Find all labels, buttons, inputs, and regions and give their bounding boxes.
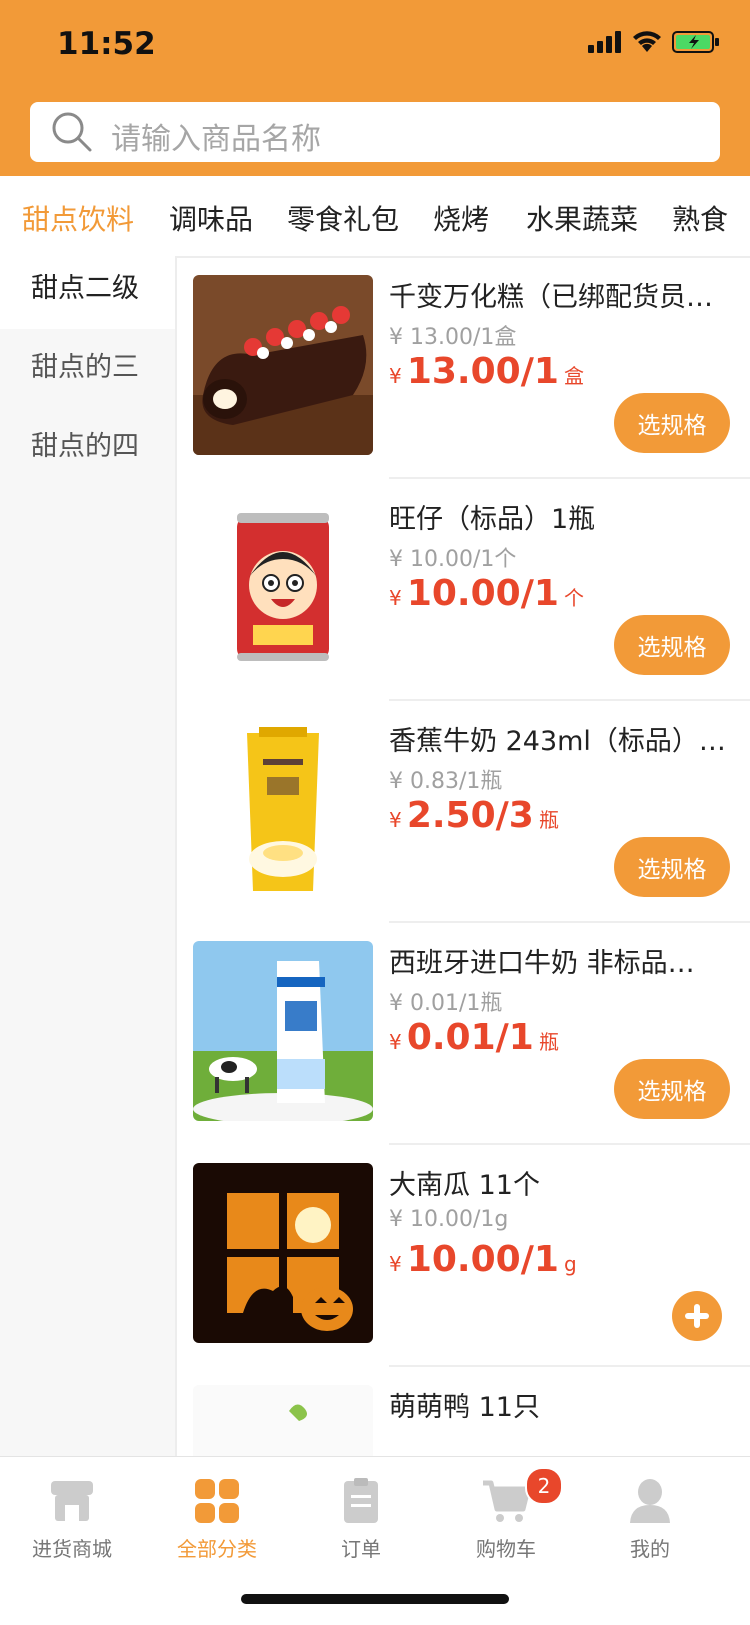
- price-value: 0.01/1: [406, 1017, 534, 1058]
- product-price: ¥ 10.00/1 g: [389, 1239, 577, 1280]
- search-input[interactable]: 请输入商品名称: [30, 102, 720, 162]
- product-card[interactable]: 香蕉牛奶 243ml（标品）… ¥ 0.83/1瓶 ¥ 2.50/3 瓶 选规格: [177, 693, 750, 923]
- battery-icon: [672, 31, 719, 53]
- price-unit: 瓶: [538, 1030, 559, 1054]
- add-to-cart-button[interactable]: [672, 1291, 722, 1341]
- tab-label: 订单: [341, 1537, 381, 1561]
- product-name: 旺仔（标品）1瓶: [389, 504, 596, 535]
- price-unit: 个: [564, 586, 584, 610]
- product-unit-price: ¥ 0.01/1瓶: [389, 991, 503, 1016]
- search-placeholder: 请输入商品名称: [111, 122, 321, 157]
- product-price: ¥ 10.00/1 个: [389, 573, 584, 614]
- sidebar-item-dessert-three[interactable]: 甜点的三: [0, 328, 175, 408]
- home-indicator: [241, 1594, 509, 1604]
- product-unit-price: ¥ 10.00/1个: [389, 547, 517, 572]
- price-value: 2.50/3: [406, 795, 534, 836]
- product-list: 千变万化糕（已绑配货员… ¥ 13.00/1盒 ¥ 13.00/1 盒 选规格: [177, 258, 750, 1456]
- price-value: 13.00/1: [406, 351, 559, 392]
- product-card[interactable]: 大南瓜 11个 ¥ 10.00/1g ¥ 10.00/1 g: [177, 1137, 750, 1367]
- price-unit: 盒: [564, 364, 584, 388]
- tab-snack-gift[interactable]: 零食礼包: [287, 198, 399, 238]
- price-value: 10.00/1: [406, 1239, 559, 1280]
- product-price: ¥ 2.50/3 瓶: [389, 795, 559, 836]
- product-name: 千变万化糕（已绑配货员…: [389, 282, 713, 313]
- price-unit: 瓶: [538, 808, 559, 832]
- product-image-cake-roll: [193, 275, 373, 455]
- grid-icon: [195, 1479, 239, 1523]
- product-image-duck: [193, 1385, 373, 1456]
- product-price: ¥ 13.00/1 盒: [389, 351, 584, 392]
- tab-bbq[interactable]: 烧烤: [433, 198, 489, 238]
- price-value: 10.00/1: [406, 573, 559, 614]
- product-image-wangzai-can: [193, 497, 373, 677]
- sidebar-item-dessert-level2[interactable]: 甜点二级: [0, 249, 175, 329]
- tab-fruit-vegetable[interactable]: 水果蔬菜: [526, 198, 638, 238]
- plus-icon: [685, 1304, 709, 1328]
- select-spec-button[interactable]: 选规格: [614, 1059, 730, 1119]
- tab-all-categories[interactable]: 全部分类: [142, 1457, 292, 1577]
- search-icon: [52, 112, 92, 152]
- product-card[interactable]: 西班牙进口牛奶 非标品… ¥ 0.01/1瓶 ¥ 0.01/1 瓶 选规格: [177, 915, 750, 1145]
- product-card[interactable]: 旺仔（标品）1瓶 ¥ 10.00/1个 ¥ 10.00/1 个 选规格: [177, 471, 750, 701]
- product-name: 大南瓜 11个: [389, 1170, 540, 1201]
- product-image-banana-milk: [193, 719, 373, 899]
- tab-seasoning[interactable]: 调味品: [169, 198, 253, 238]
- select-spec-button[interactable]: 选规格: [614, 393, 730, 453]
- user-icon: [630, 1479, 670, 1523]
- price-currency: ¥: [389, 364, 402, 388]
- tab-cart[interactable]: 2 购物车: [431, 1457, 581, 1577]
- product-name: 西班牙进口牛奶 非标品…: [389, 948, 695, 979]
- product-unit-price: ¥ 10.00/1g: [389, 1207, 509, 1232]
- price-currency: ¥: [389, 1252, 402, 1276]
- price-currency: ¥: [389, 586, 402, 610]
- tab-label: 我的: [630, 1537, 670, 1561]
- price-currency: ¥: [389, 1030, 402, 1054]
- cart-icon: [483, 1480, 531, 1522]
- tab-label: 全部分类: [177, 1537, 257, 1561]
- product-card[interactable]: 萌萌鸭 11只: [177, 1359, 750, 1456]
- product-unit-price: ¥ 13.00/1盒: [389, 325, 517, 350]
- product-name: 萌萌鸭 11只: [389, 1392, 540, 1423]
- product-card[interactable]: 千变万化糕（已绑配货员… ¥ 13.00/1盒 ¥ 13.00/1 盒 选规格: [177, 258, 750, 479]
- status-icons: [588, 30, 720, 54]
- tab-store[interactable]: 进货商城: [0, 1457, 147, 1577]
- product-image-pumpkin: [193, 1163, 373, 1343]
- header: 请输入商品名称: [0, 90, 750, 176]
- tab-deli[interactable]: 熟食: [672, 198, 728, 238]
- price-currency: ¥: [389, 808, 402, 832]
- order-icon: [344, 1478, 378, 1523]
- status-time: 11:52: [57, 26, 156, 62]
- cart-count-badge: 2: [525, 1467, 563, 1505]
- select-spec-button[interactable]: 选规格: [614, 615, 730, 675]
- wifi-icon: [633, 31, 661, 52]
- select-spec-button[interactable]: 选规格: [614, 837, 730, 897]
- tab-label: 进货商城: [32, 1537, 112, 1561]
- tab-orders[interactable]: 订单: [286, 1457, 436, 1577]
- product-name: 香蕉牛奶 243ml（标品）…: [389, 726, 726, 757]
- tab-mine[interactable]: 我的: [575, 1457, 725, 1577]
- tab-dessert-drinks[interactable]: 甜点饮料: [22, 198, 134, 238]
- tab-label: 购物车: [476, 1537, 536, 1561]
- sidebar-item-dessert-four[interactable]: 甜点的四: [0, 407, 175, 487]
- category-tabs: 甜点饮料 调味品 零食礼包 烧烤 水果蔬菜 熟食: [0, 176, 750, 258]
- status-bar: 11:52: [0, 0, 750, 90]
- product-image-spanish-milk: [193, 941, 373, 1121]
- store-icon: [51, 1481, 93, 1521]
- product-price: ¥ 0.01/1 瓶: [389, 1017, 559, 1058]
- signal-icon: [588, 31, 621, 53]
- product-unit-price: ¥ 0.83/1瓶: [389, 769, 503, 794]
- price-unit: g: [564, 1252, 577, 1276]
- subcategory-sidebar: 甜点二级 甜点的三 甜点的四: [0, 249, 177, 1456]
